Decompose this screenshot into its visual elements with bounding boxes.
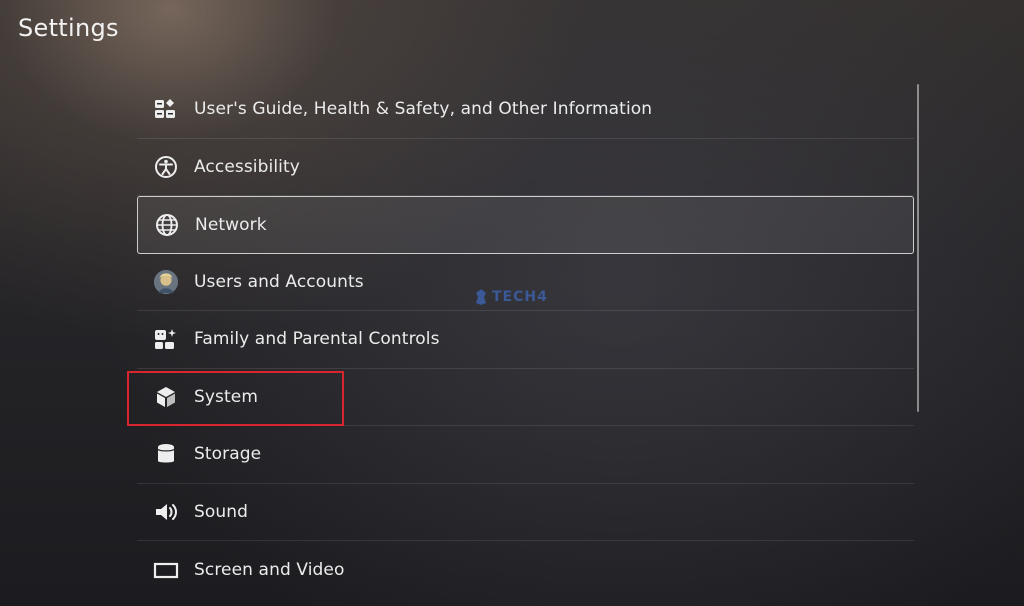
watermark-text: TECH4 — [492, 289, 548, 305]
system-highlight-box — [127, 371, 344, 426]
menu-item-label: Screen and Video — [194, 559, 345, 580]
menu-item-screen-video[interactable]: Screen and Video — [137, 541, 914, 599]
watermark: TECH4 — [474, 288, 548, 306]
globe-icon — [154, 212, 180, 238]
scrollbar[interactable] — [917, 84, 919, 412]
screen-icon — [153, 557, 179, 583]
settings-menu: User's Guide, Health & Safety, and Other… — [137, 81, 914, 599]
watermark-logo-icon — [476, 289, 486, 305]
page-title: Settings — [18, 14, 119, 42]
speaker-icon — [153, 499, 179, 525]
menu-item-sound[interactable]: Sound — [137, 484, 914, 541]
menu-item-network[interactable]: Network — [137, 196, 914, 254]
menu-item-label: Storage — [194, 444, 262, 465]
accessibility-icon — [153, 154, 179, 180]
menu-item-label: Accessibility — [194, 156, 300, 177]
user-avatar-icon — [153, 269, 179, 295]
menu-item-label: Family and Parental Controls — [194, 329, 440, 350]
menu-item-family-parental[interactable]: Family and Parental Controls — [137, 311, 914, 369]
menu-item-accessibility[interactable]: Accessibility — [137, 139, 914, 196]
menu-item-label: Sound — [194, 501, 249, 522]
menu-item-users-guide[interactable]: User's Guide, Health & Safety, and Other… — [137, 81, 914, 139]
menu-item-label: Network — [195, 214, 267, 235]
family-icon — [153, 326, 179, 352]
storage-cylinder-icon — [153, 441, 179, 467]
menu-item-storage[interactable]: Storage — [137, 426, 914, 484]
menu-item-label: Users and Accounts — [194, 271, 364, 292]
menu-item-label: User's Guide, Health & Safety, and Other… — [194, 99, 653, 120]
guide-icon — [153, 96, 179, 122]
